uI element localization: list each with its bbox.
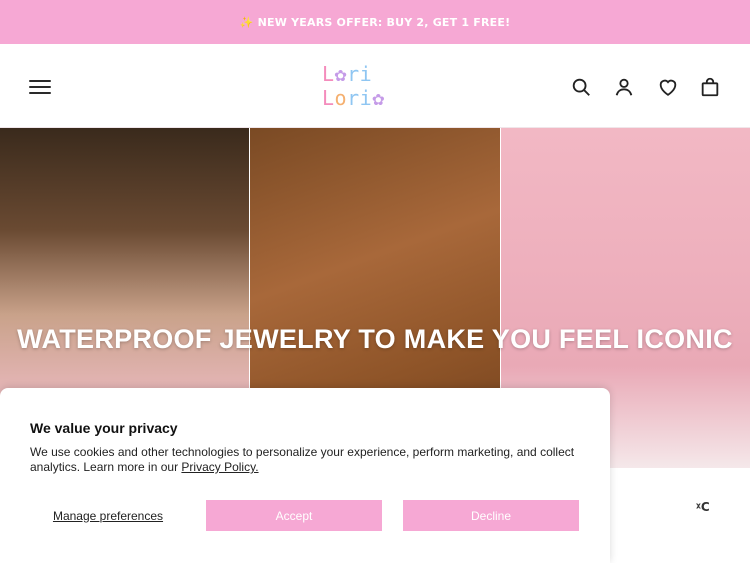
announcement-bar: ✨ NEW YEARS OFFER: BUY 2, GET 1 FREE! bbox=[0, 0, 750, 44]
announcement-text: ✨ NEW YEARS OFFER: BUY 2, GET 1 FREE! bbox=[239, 15, 511, 29]
account-icon[interactable] bbox=[613, 76, 635, 98]
manage-preferences-button[interactable]: Manage preferences bbox=[30, 500, 186, 531]
hero-title: WATERPROOF JEWELRY TO MAKE YOU FEEL ICON… bbox=[17, 324, 733, 354]
site-logo[interactable]: L✿ri Lori✿ bbox=[322, 62, 432, 110]
cart-bag-icon[interactable] bbox=[699, 76, 721, 98]
logo-wordmark: L✿ri Lori✿ bbox=[322, 62, 385, 110]
privacy-policy-link[interactable]: Privacy Policy. bbox=[181, 460, 258, 474]
accept-button[interactable]: Accept bbox=[206, 500, 382, 531]
press-logo: ᵡC bbox=[696, 500, 710, 514]
cookie-title: We value your privacy bbox=[30, 420, 178, 436]
cookie-description: We use cookies and other technologies to… bbox=[30, 445, 575, 474]
cookie-consent-banner: We value your privacy We use cookies and… bbox=[0, 388, 610, 563]
search-icon[interactable] bbox=[570, 76, 592, 98]
menu-icon[interactable] bbox=[29, 80, 51, 94]
wishlist-heart-icon[interactable] bbox=[657, 76, 679, 98]
decline-button[interactable]: Decline bbox=[403, 500, 579, 531]
site-header: L✿ri Lori✿ bbox=[0, 44, 750, 128]
